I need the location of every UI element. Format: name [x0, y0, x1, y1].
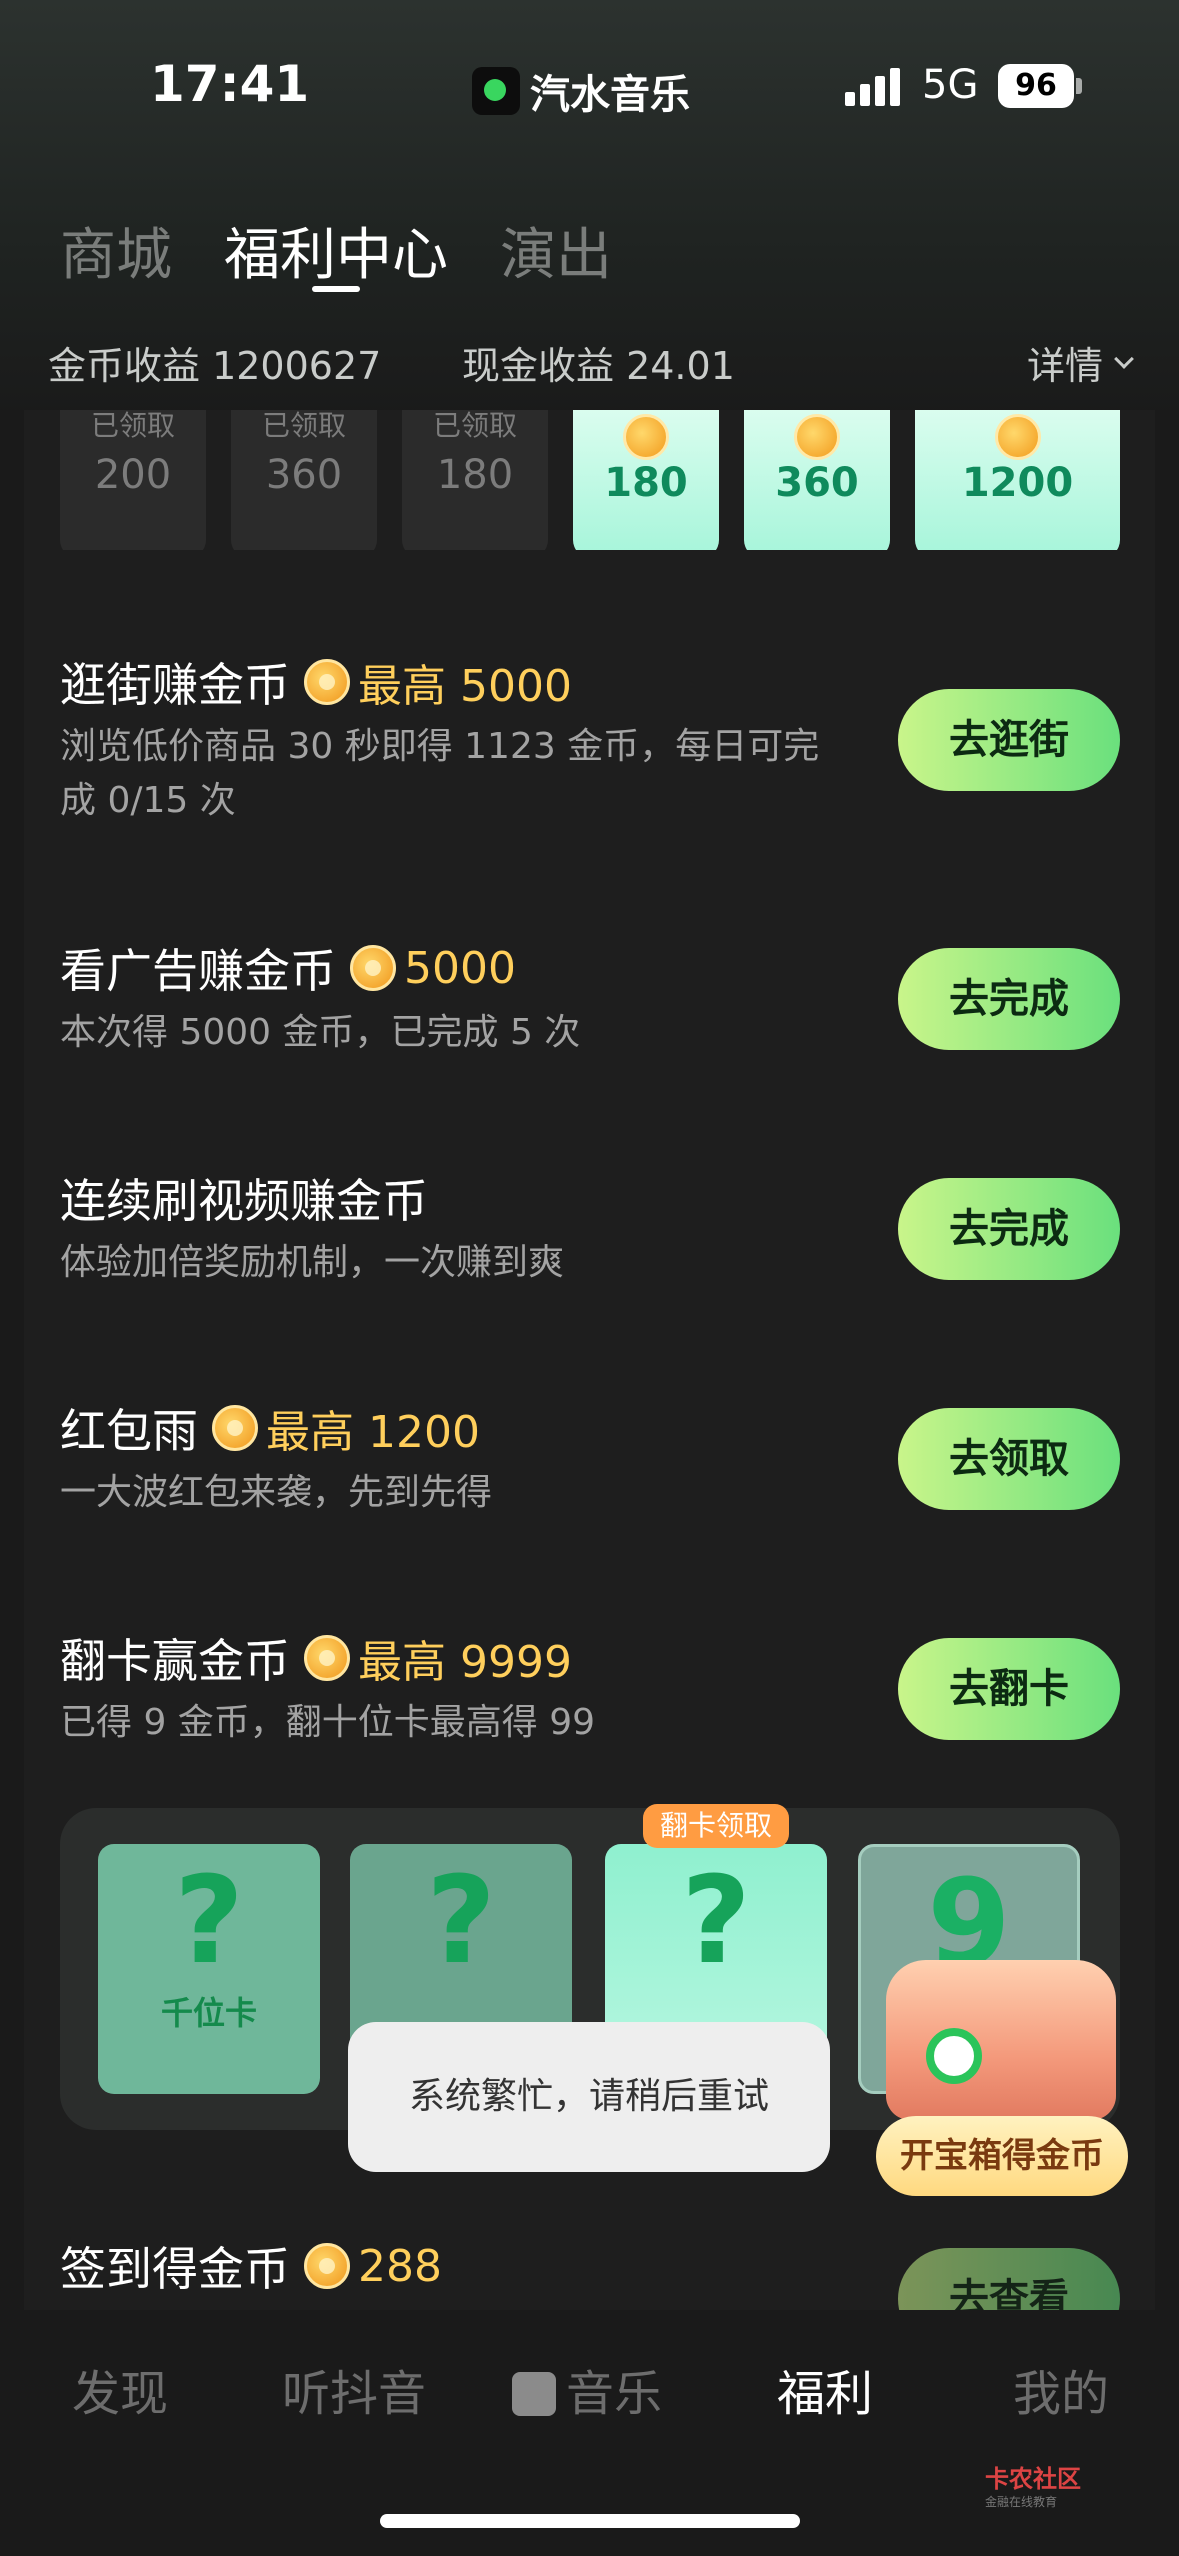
task-flip-card: 翻卡赢金币 最高 9999 已得 9 金币，翻十位卡最高得 99 去翻卡: [60, 1628, 1120, 1748]
task-red-envelope: 红包雨 最高 1200 一大波红包来袭，先到先得 去领取: [60, 1398, 1120, 1518]
app-name: 汽水音乐: [530, 72, 690, 118]
checkin-day-amount: 180: [604, 460, 688, 506]
checkin-day-amount: 200: [94, 452, 172, 498]
task-description: 浏览低价商品 30 秒即得 1123 金币，每日可完成 0/15 次: [60, 726, 820, 821]
task-watch-ads: 看广告赚金币 5000 本次得 5000 金币，已完成 5 次 去完成: [60, 938, 1120, 1058]
checkin-row: 已领取 200 已领取 360 已领取 180 180 360 1200: [60, 410, 1120, 550]
task-title: 看广告赚金币: [60, 944, 336, 998]
checkin-day-upcoming: 180: [573, 410, 719, 550]
coin-earnings: 金币收益 1200627: [48, 344, 382, 388]
checkin-day-upcoming: 360: [744, 410, 890, 550]
task-description: 一大波红包来袭，先到先得: [60, 1472, 493, 1513]
nav-discover[interactable]: 发现: [72, 2354, 168, 2424]
open-chest-button[interactable]: 开宝箱得金币: [876, 2116, 1128, 2196]
flip-claim-tag: 翻卡领取: [643, 1804, 789, 1848]
task-checkin: 签到得金币 288 去查看: [60, 2236, 1120, 2316]
task-reward: 288: [358, 2240, 442, 2292]
home-indicator[interactable]: [380, 2514, 800, 2528]
chest-lock-icon: [926, 2028, 982, 2084]
signal-icon: [845, 68, 905, 106]
task-title: 签到得金币: [60, 2242, 290, 2296]
music-thumbnail-icon: [512, 2372, 556, 2416]
tab-welfare-label: 福利中心: [224, 223, 448, 288]
nav-welfare[interactable]: 福利: [777, 2354, 873, 2424]
battery-icon: 96: [998, 64, 1074, 108]
status-bar: 17:41 汽水音乐 5G 96: [0, 0, 1179, 170]
task-reward: 最高 9999: [358, 1637, 572, 1688]
flip-card-button[interactable]: 去翻卡: [898, 1638, 1120, 1740]
app-badge: 汽水音乐: [472, 62, 690, 120]
coin-icon: [212, 1405, 258, 1451]
cash-earnings: 现金收益 24.01: [462, 344, 735, 388]
flip-card-label: 千位卡: [160, 1994, 257, 2032]
question-mark-icon: ?: [174, 1852, 244, 1991]
network-type: 5G: [922, 62, 979, 108]
nav-listen-douyin[interactable]: 听抖音: [282, 2354, 426, 2424]
tab-mall[interactable]: 商城: [60, 210, 172, 291]
task-reward: 最高 1200: [266, 1407, 480, 1458]
battery-tip: [1076, 78, 1082, 94]
task-title: 翻卡赢金币: [60, 1634, 290, 1688]
task-watch-videos: 连续刷视频赚金币 体验加倍奖励机制，一次赚到爽 去完成: [60, 1168, 1120, 1288]
details-button[interactable]: 详情: [1026, 335, 1134, 390]
app-logo-icon: [472, 67, 520, 115]
chevron-down-icon: [1114, 348, 1134, 369]
coin-icon: [304, 659, 350, 705]
task-description: 体验加倍奖励机制，一次赚到爽: [60, 1242, 565, 1283]
watermark-logo: 卡农社区 金融在线教育: [985, 2465, 1081, 2513]
checkin-day-caption: 已领取: [432, 410, 517, 442]
checkin-day: 已领取 180: [402, 410, 548, 550]
top-tabs: 商城 福利中心 演出: [60, 210, 664, 292]
complete-button[interactable]: 去完成: [898, 948, 1120, 1050]
question-mark-icon: ?: [426, 1852, 496, 1991]
checkin-day-upcoming: 1200: [915, 410, 1120, 550]
nav-me[interactable]: 我的: [1013, 2354, 1109, 2424]
flip-card-thousands[interactable]: ? 千位卡: [98, 1844, 320, 2094]
nav-music-label: 音乐: [566, 2366, 663, 2422]
checkin-day-amount: 360: [775, 460, 859, 506]
checkin-day-amount: 180: [436, 452, 514, 498]
task-reward: 5000: [404, 942, 516, 994]
checkin-day-caption: 已领取: [90, 410, 175, 442]
claim-button[interactable]: 去领取: [898, 1408, 1120, 1510]
watermark-sub: 金融在线教育: [985, 2495, 1058, 2509]
tab-welfare-center[interactable]: 福利中心: [224, 210, 448, 292]
checkin-day-amount: 360: [265, 452, 343, 498]
checkin-day: 已领取 200: [60, 410, 206, 550]
treasure-chest-icon[interactable]: [886, 1960, 1116, 2120]
go-shopping-button[interactable]: 去逛街: [898, 689, 1120, 791]
tab-shows[interactable]: 演出: [500, 210, 612, 291]
view-button[interactable]: 去查看: [898, 2248, 1120, 2316]
checkin-day: 已领取 360: [231, 410, 377, 550]
task-shopping: 逛街赚金币 最高 5000 浏览低价商品 30 秒即得 1123 金币，每日可完…: [60, 652, 1120, 832]
task-reward: 最高 5000: [358, 661, 572, 712]
coin-icon: [623, 414, 669, 460]
checkin-day-caption: 已领取: [261, 410, 346, 442]
question-mark-icon: ?: [681, 1852, 751, 1991]
nav-music[interactable]: 音乐: [512, 2354, 662, 2424]
coin-icon: [350, 945, 396, 991]
task-description: 本次得 5000 金币，已完成 5 次: [60, 1012, 581, 1053]
coin-stack-icon: [994, 414, 1041, 460]
checkin-day-amount: 1200: [961, 460, 1074, 506]
coin-icon: [304, 2243, 350, 2289]
tab-active-indicator: [312, 286, 360, 292]
task-title: 连续刷视频赚金币: [60, 1174, 428, 1228]
toast-message: 系统繁忙，请稍后重试: [348, 2022, 830, 2172]
task-title: 逛街赚金币: [60, 658, 290, 712]
task-description: 已得 9 金币，翻十位卡最高得 99: [60, 1702, 596, 1743]
task-title: 红包雨: [60, 1404, 198, 1458]
watermark-main: 卡农社区: [985, 2465, 1081, 2493]
coin-icon: [304, 1635, 350, 1681]
details-label: 详情: [1026, 344, 1103, 388]
clock: 17:41: [150, 55, 310, 113]
earnings-bar: 金币收益 1200627 现金收益 24.01 详情: [48, 335, 1134, 395]
complete-button[interactable]: 去完成: [898, 1178, 1120, 1280]
coin-icon: [794, 414, 840, 460]
